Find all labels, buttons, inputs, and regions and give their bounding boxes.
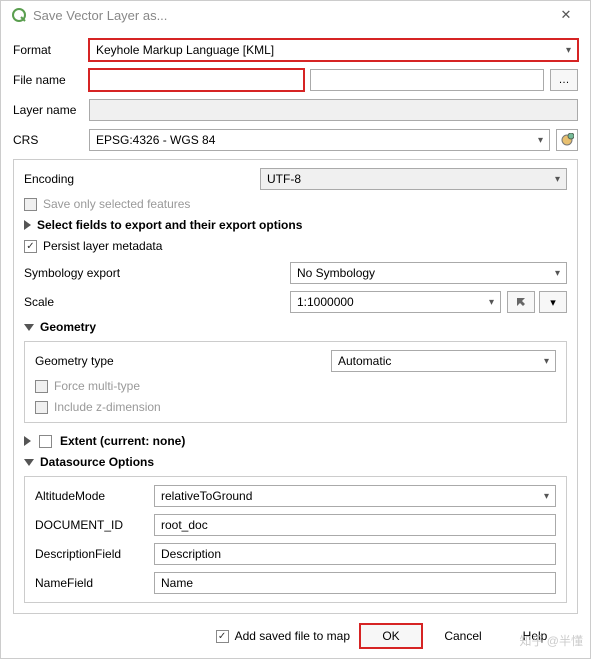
chevron-down-icon	[24, 324, 34, 331]
ok-button[interactable]: OK	[360, 624, 422, 648]
format-select[interactable]: Keyhole Markup Language [KML]	[89, 39, 578, 61]
filename-label: File name	[13, 73, 83, 87]
checkbox-icon	[216, 630, 229, 643]
namefield-input[interactable]	[154, 572, 556, 594]
geomtype-label: Geometry type	[35, 354, 325, 368]
namefield-label: NameField	[35, 576, 150, 590]
crs-select[interactable]: EPSG:4326 - WGS 84	[89, 129, 550, 151]
includez-checkbox: Include z-dimension	[35, 400, 556, 414]
extent-section[interactable]: Extent (current: none)	[24, 434, 567, 448]
scale-select[interactable]: 1:1000000	[290, 291, 501, 313]
encoding-label: Encoding	[24, 172, 254, 186]
layername-input[interactable]	[89, 99, 578, 121]
persist-checkbox[interactable]: Persist layer metadata	[24, 239, 567, 253]
geomtype-select[interactable]: Automatic	[331, 350, 556, 372]
checkbox-icon	[24, 240, 37, 253]
chevron-right-icon	[24, 436, 31, 446]
crs-picker-button[interactable]	[556, 129, 578, 151]
descfield-label: DescriptionField	[35, 547, 150, 561]
scale-picker-button[interactable]	[507, 291, 535, 313]
descfield-input[interactable]	[154, 543, 556, 565]
docid-input[interactable]	[154, 514, 556, 536]
symexport-label: Symbology export	[24, 266, 284, 280]
scale-menu-button[interactable]: ▾	[539, 291, 567, 313]
app-q-icon	[11, 7, 27, 23]
layername-label: Layer name	[13, 103, 83, 117]
extent-checkbox[interactable]	[39, 435, 52, 448]
filename-input-ext[interactable]	[310, 69, 544, 91]
crs-label: CRS	[13, 133, 83, 147]
checkbox-icon	[35, 380, 48, 393]
checkbox-icon	[35, 401, 48, 414]
globe-icon	[560, 133, 574, 147]
select-fields-section[interactable]: Select fields to export and their export…	[24, 218, 567, 232]
chevron-right-icon	[24, 220, 31, 230]
saveonly-checkbox: Save only selected features	[24, 197, 567, 211]
addsaved-checkbox[interactable]: Add saved file to map	[216, 629, 350, 643]
cancel-button[interactable]: Cancel	[432, 624, 494, 648]
docid-label: DOCUMENT_ID	[35, 518, 150, 532]
forcemulti-checkbox: Force multi-type	[35, 379, 556, 393]
encoding-select[interactable]: UTF-8	[260, 168, 567, 190]
symexport-select[interactable]: No Symbology	[290, 262, 567, 284]
altmode-label: AltitudeMode	[35, 489, 150, 503]
chevron-down-icon	[24, 459, 34, 466]
scale-label: Scale	[24, 295, 284, 309]
close-button[interactable]: ✕	[552, 7, 580, 23]
titlebar: Save Vector Layer as... ✕	[1, 1, 590, 29]
browse-button[interactable]: …	[550, 69, 578, 91]
help-button[interactable]: Help	[504, 624, 566, 648]
filename-input[interactable]	[89, 69, 304, 91]
dsoptions-section[interactable]: Datasource Options	[24, 455, 567, 469]
cursor-icon	[515, 296, 527, 308]
format-label: Format	[13, 43, 83, 57]
altmode-select[interactable]: relativeToGround	[154, 485, 556, 507]
window-title: Save Vector Layer as...	[33, 8, 167, 23]
checkbox-icon	[24, 198, 37, 211]
geometry-section[interactable]: Geometry	[24, 320, 567, 334]
